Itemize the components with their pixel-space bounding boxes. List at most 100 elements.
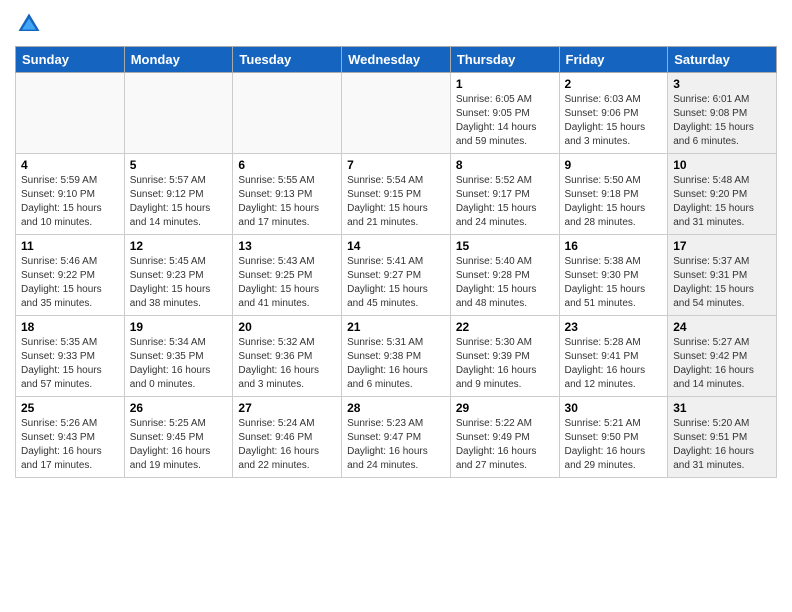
day-number: 25	[21, 401, 119, 415]
calendar-day-cell: 30Sunrise: 5:21 AMSunset: 9:50 PMDayligh…	[559, 397, 668, 478]
calendar-day-cell	[124, 73, 233, 154]
day-info: Sunrise: 5:22 AMSunset: 9:49 PMDaylight:…	[456, 417, 554, 473]
calendar-day-header: Thursday	[450, 47, 559, 73]
calendar-day-header: Monday	[124, 47, 233, 73]
day-info: Sunrise: 5:43 AMSunset: 9:25 PMDaylight:…	[238, 255, 336, 311]
day-info: Sunrise: 5:23 AMSunset: 9:47 PMDaylight:…	[347, 417, 445, 473]
day-info: Sunrise: 5:30 AMSunset: 9:39 PMDaylight:…	[456, 336, 554, 392]
day-number: 11	[21, 239, 119, 253]
page-container: SundayMondayTuesdayWednesdayThursdayFrid…	[0, 0, 792, 488]
calendar-day-cell: 31 Sunrise: 5:20 AMSunset: 9:51 PMDayligh…	[668, 397, 777, 478]
day-number: 17	[673, 239, 771, 253]
day-number: 27	[238, 401, 336, 415]
day-number: 31	[673, 401, 771, 415]
calendar-day-cell: 13 Sunrise: 5:43 AMSunset: 9:25 PMDayligh…	[233, 235, 342, 316]
day-number: 13	[238, 239, 336, 253]
day-info: Sunrise: 5:25 AMSunset: 9:45 PMDaylight:…	[130, 417, 228, 473]
calendar-day-cell: 29Sunrise: 5:22 AMSunset: 9:49 PMDayligh…	[450, 397, 559, 478]
day-info: Sunrise: 5:59 AMSunset: 9:10 PMDaylight:…	[21, 174, 119, 230]
day-number: 28	[347, 401, 445, 415]
calendar-day-cell: 24Sunrise: 5:27 AMSunset: 9:42 PMDayligh…	[668, 316, 777, 397]
calendar-week-row: 1 Sunrise: 6:05 AMSunset: 9:05 PMDaylight…	[16, 73, 777, 154]
calendar-day-cell: 16 Sunrise: 5:38 AMSunset: 9:30 PMDayligh…	[559, 235, 668, 316]
calendar-day-cell: 5 Sunrise: 5:57 AMSunset: 9:12 PMDaylight…	[124, 154, 233, 235]
calendar-day-cell: 11 Sunrise: 5:46 AMSunset: 9:22 PMDayligh…	[16, 235, 125, 316]
day-info: Sunrise: 5:40 AMSunset: 9:28 PMDaylight:…	[456, 255, 554, 311]
day-number: 8	[456, 158, 554, 172]
calendar-day-cell: 12 Sunrise: 5:45 AMSunset: 9:23 PMDayligh…	[124, 235, 233, 316]
day-number: 22	[456, 320, 554, 334]
calendar-day-cell	[16, 73, 125, 154]
calendar-week-row: 4 Sunrise: 5:59 AMSunset: 9:10 PMDaylight…	[16, 154, 777, 235]
day-number: 14	[347, 239, 445, 253]
day-info: Sunrise: 5:31 AMSunset: 9:38 PMDaylight:…	[347, 336, 445, 392]
day-number: 21	[347, 320, 445, 334]
day-info: Sunrise: 6:05 AMSunset: 9:05 PMDaylight:…	[456, 93, 554, 149]
day-info: Sunrise: 5:32 AMSunset: 9:36 PMDaylight:…	[238, 336, 336, 392]
calendar-day-cell: 10 Sunrise: 5:48 AMSunset: 9:20 PMDayligh…	[668, 154, 777, 235]
day-info: Sunrise: 6:01 AMSunset: 9:08 PMDaylight:…	[673, 93, 771, 149]
day-info: Sunrise: 5:20 AMSunset: 9:51 PMDaylight:…	[673, 417, 771, 473]
day-info: Sunrise: 5:26 AMSunset: 9:43 PMDaylight:…	[21, 417, 119, 473]
logo	[15, 10, 47, 38]
calendar-day-cell: 2Sunrise: 6:03 AMSunset: 9:06 PMDaylight…	[559, 73, 668, 154]
calendar-day-cell: 17 Sunrise: 5:37 AMSunset: 9:31 PMDayligh…	[668, 235, 777, 316]
day-info: Sunrise: 5:24 AMSunset: 9:46 PMDaylight:…	[238, 417, 336, 473]
day-info: Sunrise: 5:57 AMSunset: 9:12 PMDaylight:…	[130, 174, 228, 230]
day-number: 12	[130, 239, 228, 253]
calendar-day-cell: 3 Sunrise: 6:01 AMSunset: 9:08 PMDaylight…	[668, 73, 777, 154]
day-number: 3	[673, 77, 771, 91]
day-info: Sunrise: 5:34 AMSunset: 9:35 PMDaylight:…	[130, 336, 228, 392]
day-info: Sunrise: 5:54 AMSunset: 9:15 PMDaylight:…	[347, 174, 445, 230]
calendar-header-row: SundayMondayTuesdayWednesdayThursdayFrid…	[16, 47, 777, 73]
day-info: Sunrise: 5:41 AMSunset: 9:27 PMDaylight:…	[347, 255, 445, 311]
day-number: 26	[130, 401, 228, 415]
calendar-day-cell	[342, 73, 451, 154]
calendar-day-cell: 8 Sunrise: 5:52 AMSunset: 9:17 PMDaylight…	[450, 154, 559, 235]
calendar-day-cell: 28 Sunrise: 5:23 AMSunset: 9:47 PMDayligh…	[342, 397, 451, 478]
logo-icon	[15, 10, 43, 38]
calendar-day-cell: 19Sunrise: 5:34 AMSunset: 9:35 PMDayligh…	[124, 316, 233, 397]
calendar-day-cell: 20 Sunrise: 5:32 AMSunset: 9:36 PMDayligh…	[233, 316, 342, 397]
calendar-day-cell: 22 Sunrise: 5:30 AMSunset: 9:39 PMDayligh…	[450, 316, 559, 397]
day-info: Sunrise: 5:50 AMSunset: 9:18 PMDaylight:…	[565, 174, 663, 230]
day-info: Sunrise: 5:38 AMSunset: 9:30 PMDaylight:…	[565, 255, 663, 311]
calendar-day-cell: 4 Sunrise: 5:59 AMSunset: 9:10 PMDaylight…	[16, 154, 125, 235]
day-number: 9	[565, 158, 663, 172]
calendar-day-cell: 21 Sunrise: 5:31 AMSunset: 9:38 PMDayligh…	[342, 316, 451, 397]
calendar-day-header: Saturday	[668, 47, 777, 73]
day-number: 6	[238, 158, 336, 172]
day-info: Sunrise: 5:55 AMSunset: 9:13 PMDaylight:…	[238, 174, 336, 230]
calendar-day-cell: 7Sunrise: 5:54 AMSunset: 9:15 PMDaylight…	[342, 154, 451, 235]
calendar-day-cell: 1 Sunrise: 6:05 AMSunset: 9:05 PMDaylight…	[450, 73, 559, 154]
calendar-day-cell: 15 Sunrise: 5:40 AMSunset: 9:28 PMDayligh…	[450, 235, 559, 316]
calendar-day-cell: 26 Sunrise: 5:25 AMSunset: 9:45 PMDayligh…	[124, 397, 233, 478]
day-info: Sunrise: 5:35 AMSunset: 9:33 PMDaylight:…	[21, 336, 119, 392]
calendar-week-row: 18 Sunrise: 5:35 AMSunset: 9:33 PMDayligh…	[16, 316, 777, 397]
day-info: Sunrise: 5:46 AMSunset: 9:22 PMDaylight:…	[21, 255, 119, 311]
calendar-day-cell: 6 Sunrise: 5:55 AMSunset: 9:13 PMDaylight…	[233, 154, 342, 235]
day-number: 5	[130, 158, 228, 172]
day-info: Sunrise: 5:37 AMSunset: 9:31 PMDaylight:…	[673, 255, 771, 311]
calendar-day-cell: 9 Sunrise: 5:50 AMSunset: 9:18 PMDaylight…	[559, 154, 668, 235]
day-number: 23	[565, 320, 663, 334]
day-number: 20	[238, 320, 336, 334]
day-info: Sunrise: 5:28 AMSunset: 9:41 PMDaylight:…	[565, 336, 663, 392]
day-number: 10	[673, 158, 771, 172]
calendar-day-header: Wednesday	[342, 47, 451, 73]
day-number: 18	[21, 320, 119, 334]
day-info: Sunrise: 5:52 AMSunset: 9:17 PMDaylight:…	[456, 174, 554, 230]
calendar-day-header: Friday	[559, 47, 668, 73]
calendar-table: SundayMondayTuesdayWednesdayThursdayFrid…	[15, 46, 777, 478]
day-info: Sunrise: 5:21 AMSunset: 9:50 PMDaylight:…	[565, 417, 663, 473]
day-number: 2	[565, 77, 663, 91]
page-header	[15, 10, 777, 38]
day-number: 1	[456, 77, 554, 91]
day-number: 16	[565, 239, 663, 253]
day-number: 4	[21, 158, 119, 172]
calendar-day-cell: 23 Sunrise: 5:28 AMSunset: 9:41 PMDayligh…	[559, 316, 668, 397]
calendar-day-header: Sunday	[16, 47, 125, 73]
day-info: Sunrise: 5:48 AMSunset: 9:20 PMDaylight:…	[673, 174, 771, 230]
day-number: 15	[456, 239, 554, 253]
day-info: Sunrise: 5:45 AMSunset: 9:23 PMDaylight:…	[130, 255, 228, 311]
